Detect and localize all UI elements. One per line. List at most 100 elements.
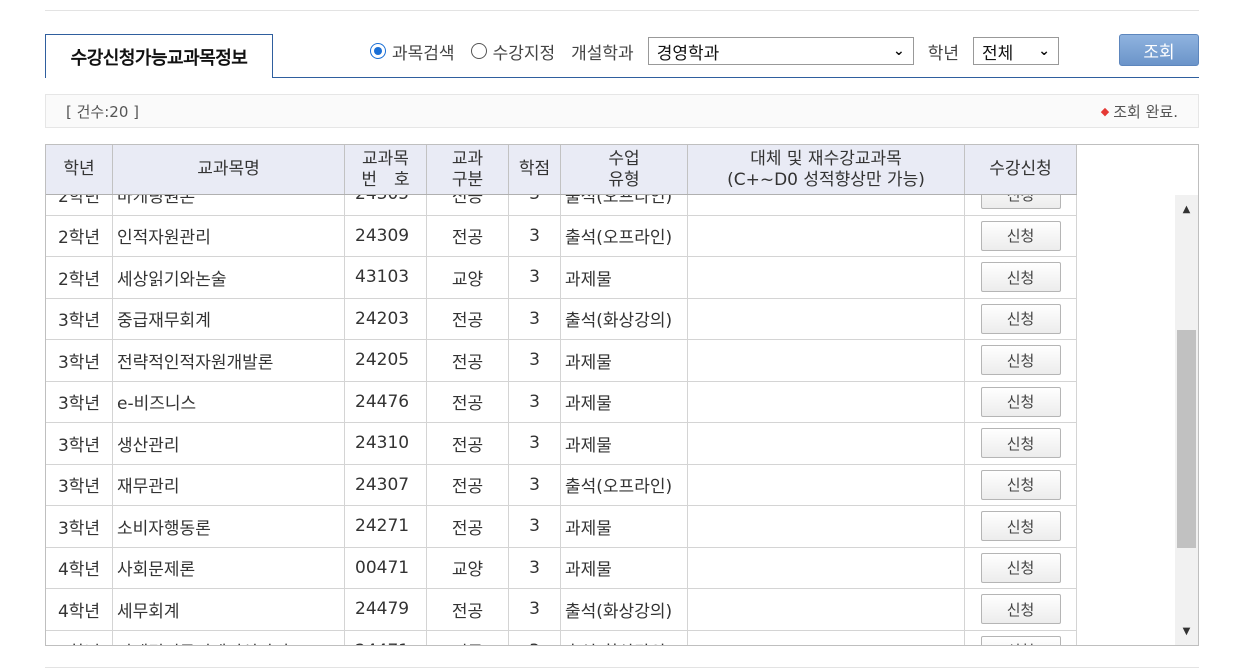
dept-select[interactable]: 경영학과 ⌄ [647, 37, 914, 65]
radio-dot-icon [370, 43, 386, 59]
apply-button[interactable]: 신청 [980, 220, 1061, 251]
cell-course-code: 24479 [345, 589, 427, 630]
cell-course-category: 전공 [427, 298, 509, 339]
radio-dot-icon [470, 43, 487, 59]
cell-course-name: e-비즈니스 [113, 381, 345, 422]
cell-apply: 신청 [965, 464, 1077, 505]
cell-class-type: 과제물 [561, 547, 688, 588]
cell-course-category: 전공 [427, 506, 509, 547]
apply-button[interactable]: 신청 [980, 345, 1061, 376]
cell-substitute-course [688, 630, 965, 645]
cell-apply: 신청 [965, 340, 1077, 381]
cell-course-name: 전략적인적자원개발론 [113, 340, 345, 381]
cell-substitute-course [688, 340, 965, 381]
apply-button[interactable]: 신청 [980, 469, 1061, 500]
table-row: 3학년 전략적인적자원개발론 24205 전공 3 과제물 신청 [46, 340, 1077, 382]
cell-year: 3학년 [46, 506, 113, 547]
radio-assigned-course-label: 수강지정 [492, 43, 556, 64]
cell-year: 2학년 [46, 195, 113, 215]
table-row: 2학년마케팅원론24305전공3출석(오프라인) 신청 [46, 195, 1077, 216]
apply-button[interactable]: 신청 [980, 594, 1061, 625]
cell-credits: 3 [509, 423, 561, 464]
cell-apply: 신청 [965, 630, 1077, 645]
cell-course-code: 24309 [345, 215, 427, 256]
cell-substitute-course [688, 506, 965, 547]
cell-substitute-course [688, 423, 965, 464]
apply-button[interactable]: 신청 [980, 386, 1061, 417]
cell-apply: 신청 [965, 589, 1077, 630]
radio-assigned-course[interactable]: 수강지정 [470, 39, 556, 64]
cell-apply: 신청 [965, 381, 1077, 422]
cell-substitute-course [688, 381, 965, 422]
cell-course-category: 전공 [427, 423, 509, 464]
cell-course-category: 전공 [427, 630, 509, 645]
apply-button[interactable]: 신청 [980, 195, 1061, 210]
status-bullet-icon: ◆ [1100, 104, 1110, 118]
cell-credits: 3 [509, 506, 561, 547]
apply-button[interactable]: 신청 [980, 303, 1061, 334]
cell-class-type: 과제물 [561, 506, 688, 547]
cell-credits: 3 [509, 298, 561, 339]
search-button[interactable]: 조회 [1119, 34, 1199, 66]
header-class-type: 수업 유형 [561, 145, 688, 194]
cell-course-code: 24205 [345, 340, 427, 381]
dept-label: 개설학과 [571, 43, 634, 64]
header-apply: 수강신청 [965, 145, 1077, 194]
cell-class-type: 출석(화상강의) [561, 298, 688, 339]
section-title: 수강신청가능교과목정보 [45, 34, 273, 78]
header-course-category: 교과 구분 [427, 145, 509, 194]
cell-year: 3학년 [46, 423, 113, 464]
cell-class-type: 출석(화상강의) [561, 630, 688, 645]
cell-credits: 3 [509, 589, 561, 630]
cell-year: 2학년 [46, 215, 113, 256]
cell-apply: 신청 [965, 257, 1077, 298]
cell-course-code: 24471 [345, 630, 427, 645]
status-text: 조회 완료. [1113, 102, 1178, 121]
table-row: 2학년 인적자원관리 24309 전공 3 출석(오프라인) 신청 [46, 215, 1077, 257]
cell-credits: 3 [509, 464, 561, 505]
info-bar: [ 건수:20 ] ◆ 조회 완료. [45, 94, 1199, 128]
table-row: 3학년 재무관리 24307 전공 3 출석(오프라인) 신청 [46, 464, 1077, 506]
scroll-up-icon[interactable]: ▲ [1175, 199, 1198, 219]
header-credits: 학점 [509, 145, 561, 194]
scrollbar-thumb[interactable] [1177, 330, 1196, 548]
table-row: 4학년 사회문제론 00471 교양 3 과제물 신청 [46, 547, 1077, 589]
header-course-code: 교과목 번 호 [345, 145, 427, 194]
scroll-down-icon[interactable]: ▼ [1175, 621, 1198, 641]
cell-course-code: 24476 [345, 381, 427, 422]
header-course-name: 교과목명 [113, 145, 345, 194]
cell-class-type: 과제물 [561, 381, 688, 422]
cell-course-category: 전공 [427, 589, 509, 630]
cell-course-code: 43103 [345, 257, 427, 298]
cell-course-name: 중급재무회계 [113, 298, 345, 339]
cell-substitute-course [688, 257, 965, 298]
cell-course-name: 생산관리 [113, 423, 345, 464]
table-body: 2학년마케팅원론24305전공3출석(오프라인)신청2학년인적자원관리24309… [46, 195, 1077, 645]
apply-button[interactable]: 신청 [980, 511, 1061, 542]
cell-apply: 신청 [965, 298, 1077, 339]
cell-course-category: 전공 [427, 340, 509, 381]
radio-subject-search[interactable]: 과목검색 [370, 39, 455, 64]
cell-substitute-course [688, 589, 965, 630]
apply-button[interactable]: 신청 [980, 552, 1061, 583]
chevron-down-icon: ⌄ [892, 43, 905, 59]
filter-bar: 과목검색 수강지정 개설학과 경영학과 ⌄ 학년 전체 ⌄ [370, 36, 1059, 66]
cell-class-type: 과제물 [561, 340, 688, 381]
cell-apply: 신청 [965, 423, 1077, 464]
apply-button[interactable]: 신청 [980, 635, 1061, 645]
year-select[interactable]: 전체 ⌄ [972, 37, 1059, 65]
apply-button[interactable]: 신청 [980, 428, 1061, 459]
table-scrollbar[interactable]: ▲ ▼ [1175, 195, 1198, 645]
apply-button[interactable]: 신청 [980, 262, 1061, 293]
cell-course-name: 재무관리 [113, 464, 345, 505]
cell-course-category: 전공 [427, 464, 509, 505]
cell-class-type: 출석(오프라인) [561, 195, 688, 215]
result-count: [ 건수:20 ] [66, 102, 139, 121]
cell-credits: 3 [509, 630, 561, 645]
table-rows: 2학년마케팅원론24305전공3출석(오프라인)신청2학년인적자원관리24309… [46, 195, 1077, 645]
cell-course-code: 24310 [345, 423, 427, 464]
bottom-divider [45, 667, 1199, 668]
header-substitute-course: 대체 및 재수강교과목 (C+~D0 성적향상만 가능) [688, 145, 965, 194]
radio-subject-search-label: 과목검색 [392, 43, 455, 64]
year-select-value: 전체 [981, 43, 1014, 64]
